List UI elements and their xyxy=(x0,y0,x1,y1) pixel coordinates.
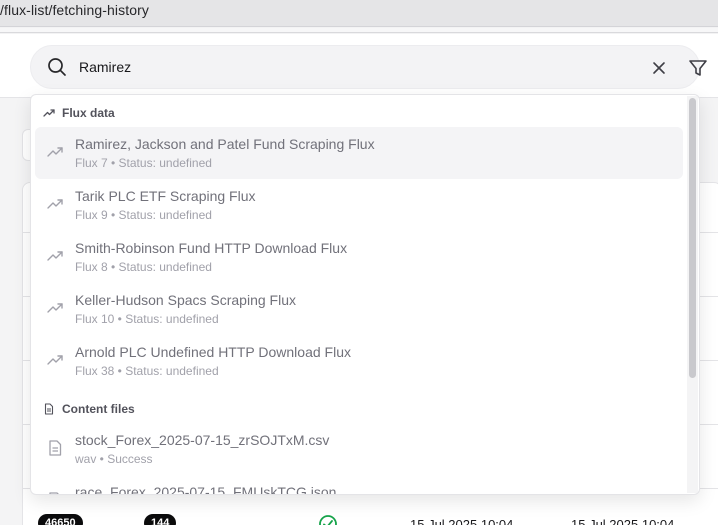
trending-up-icon xyxy=(47,303,63,313)
group-label: Content files xyxy=(62,402,135,416)
filter-icon[interactable] xyxy=(687,57,709,79)
global-search xyxy=(30,45,707,89)
result-subtitle: Flux 8 • Status: undefined xyxy=(75,260,212,274)
result-subtitle: Flux 9 • Status: undefined xyxy=(75,208,212,222)
result-title: Arnold PLC Undefined HTTP Download Flux xyxy=(75,344,351,360)
app-surface: 46650 144 15 Jul 2025 10:04 15 Jul 2025 … xyxy=(0,34,718,525)
file-icon xyxy=(44,403,54,415)
result-item-flux[interactable]: Ramirez, Jackson and Patel Fund Scraping… xyxy=(35,127,683,179)
result-subtitle: Flux 10 • Status: undefined xyxy=(75,312,219,326)
group-header-flux-data: Flux data xyxy=(43,104,115,122)
trending-up-icon xyxy=(47,147,63,157)
trending-up-icon xyxy=(47,251,63,261)
result-subtitle: Flux 7 • Status: undefined xyxy=(75,156,212,170)
trending-up-icon xyxy=(47,199,63,209)
result-title: Smith-Robinson Fund HTTP Download Flux xyxy=(75,240,348,256)
result-item-flux[interactable]: Arnold PLC Undefined HTTP Download Flux … xyxy=(35,335,683,387)
result-title: Keller-Hudson Spacs Scraping Flux xyxy=(75,292,296,308)
group-label: Flux data xyxy=(62,106,115,120)
result-title: Ramirez, Jackson and Patel Fund Scraping… xyxy=(75,136,375,152)
id-badge: 46650 xyxy=(38,514,83,525)
url-text[interactable]: /flux-list/fetching-history xyxy=(0,2,149,18)
result-title: stock_Forex_2025-07-15_zrSOJTxM.csv xyxy=(75,432,330,448)
trending-up-icon xyxy=(47,355,63,365)
result-item-file[interactable]: stock_Forex_2025-07-15_zrSOJTxM.csv wav … xyxy=(35,423,683,475)
browser-address-bar[interactable]: /flux-list/fetching-history xyxy=(0,0,718,27)
search-icon xyxy=(48,58,66,76)
result-subtitle: Flux 38 • Status: undefined xyxy=(75,364,219,378)
result-title: race_Forex_2025-07-15_FMUskTCG.json xyxy=(75,484,337,495)
count-badge: 144 xyxy=(144,514,177,525)
success-check-icon xyxy=(319,515,337,525)
result-title: Tarik PLC ETF Scraping Flux xyxy=(75,188,256,204)
start-date: 15 Jul 2025 10:04 xyxy=(410,517,514,525)
result-subtitle: wav • Success xyxy=(75,452,153,466)
search-input[interactable] xyxy=(79,59,579,75)
trending-up-icon xyxy=(43,109,55,117)
result-item-file[interactable]: race_Forex_2025-07-15_FMUskTCG.json xyxy=(35,475,683,495)
table-row[interactable]: 46650 144 15 Jul 2025 10:04 15 Jul 2025 … xyxy=(0,504,718,525)
toolbar-separator xyxy=(0,28,718,33)
page-root: /flux-list/fetching-history 46650 144 15… xyxy=(0,0,718,525)
scrollbar-thumb[interactable] xyxy=(689,98,696,378)
end-date: 15 Jul 2025 10:04 xyxy=(571,517,675,525)
result-item-flux[interactable]: Tarik PLC ETF Scraping Flux Flux 9 • Sta… xyxy=(35,179,683,231)
result-item-flux[interactable]: Smith-Robinson Fund HTTP Download Flux F… xyxy=(35,231,683,283)
group-header-content-files: Content files xyxy=(43,400,135,418)
file-icon xyxy=(49,440,62,456)
search-results-dropdown: Flux data Ramirez, Jackson and Patel Fun… xyxy=(30,94,700,495)
file-icon xyxy=(49,492,59,494)
result-item-flux[interactable]: Keller-Hudson Spacs Scraping Flux Flux 1… xyxy=(35,283,683,335)
clear-search-icon[interactable] xyxy=(649,58,669,78)
